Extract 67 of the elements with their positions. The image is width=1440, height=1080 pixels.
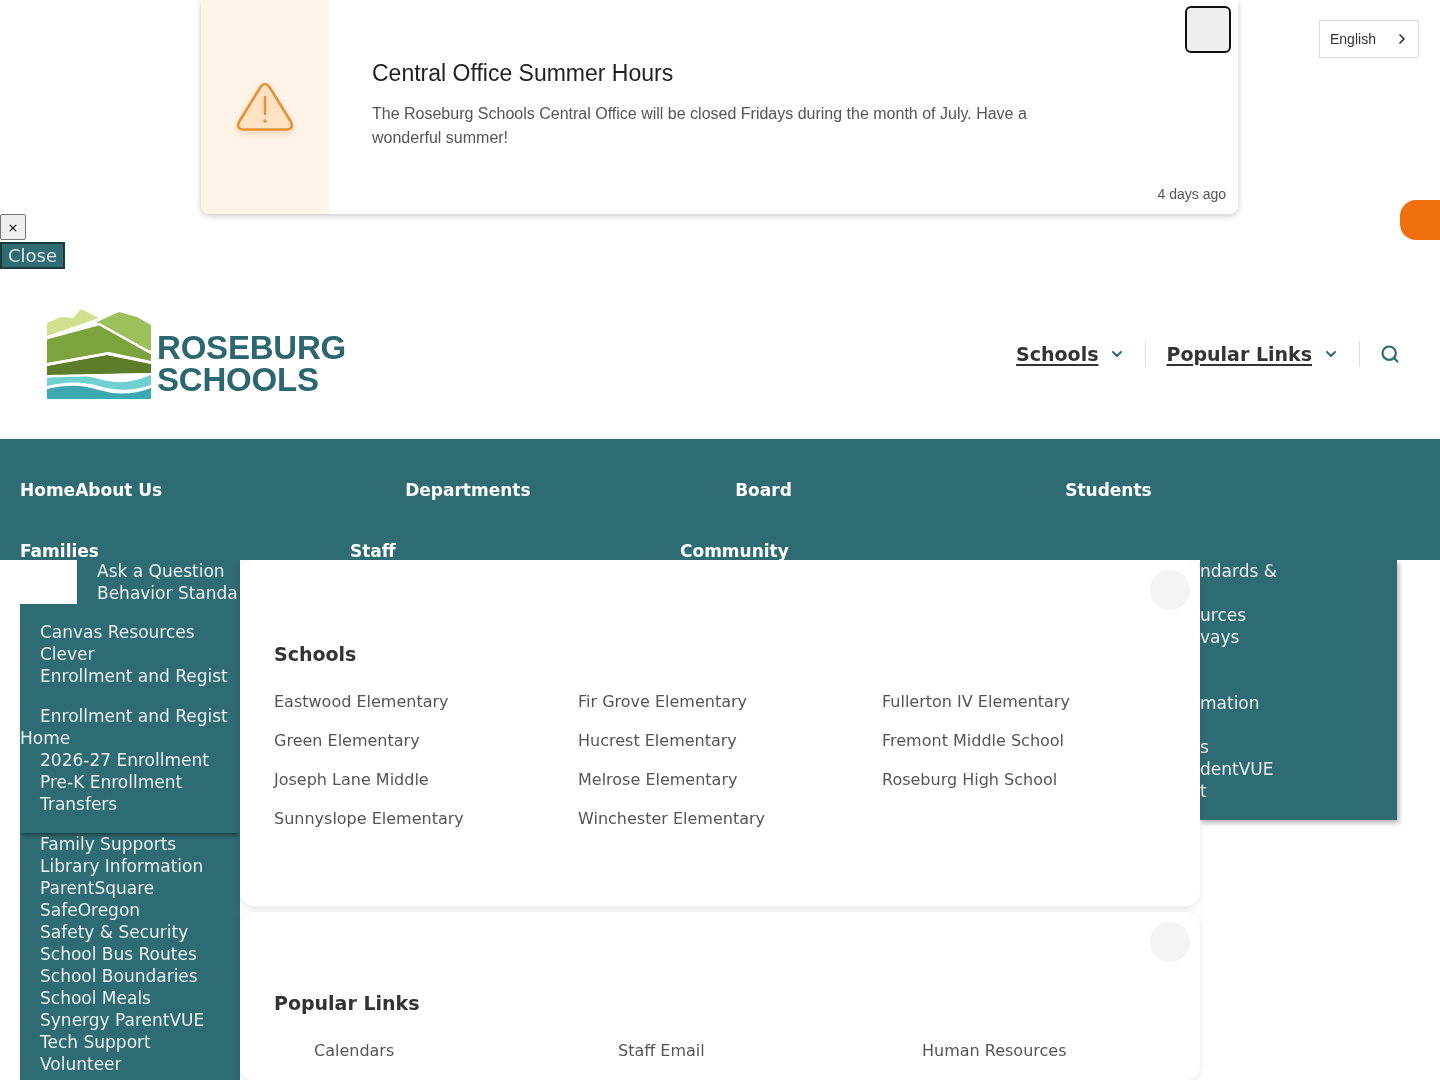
menu-link[interactable]: Transfers xyxy=(40,793,118,815)
menu-link[interactable]: School Bus Routes xyxy=(40,943,197,965)
school-link[interactable]: Green Elementary xyxy=(274,730,420,752)
menu-link[interactable]: Family Supports xyxy=(40,833,177,855)
nav-link[interactable]: Home xyxy=(20,480,76,500)
nav-link[interactable]: Staff xyxy=(350,541,396,561)
close-x-button[interactable]: × xyxy=(0,214,26,240)
menu-link[interactable]: dentVUE xyxy=(1200,758,1274,780)
menu-link[interactable]: Enrollment and Regist xyxy=(40,705,228,727)
nav-link[interactable]: Board xyxy=(735,480,792,500)
menu-link[interactable]: Clever xyxy=(40,643,95,665)
menu-link[interactable]: urces xyxy=(1200,604,1247,626)
menu-link[interactable]: Safety & Security xyxy=(40,921,189,943)
search-icon[interactable] xyxy=(1380,344,1400,364)
header-menu-link[interactable]: Schools xyxy=(1016,342,1099,366)
quick-link[interactable]: Staff Email xyxy=(618,1040,705,1062)
menu-link[interactable]: Ask a Question xyxy=(97,560,225,582)
alert-title: Central Office Summer Hours xyxy=(372,59,674,88)
school-link[interactable]: Winchester Elementary xyxy=(578,808,766,830)
school-link[interactable]: Fremont Middle School xyxy=(882,730,1065,752)
alert-time: 4 days ago xyxy=(1157,186,1226,202)
menu-link[interactable]: s xyxy=(1200,736,1209,758)
school-link[interactable]: Sunnyslope Elementary xyxy=(274,808,464,830)
menu-link[interactable]: SafeOregon xyxy=(40,899,141,921)
logo-wordmark: ROSEBURG xyxy=(157,332,347,364)
nav-link[interactable]: About Us xyxy=(75,480,163,500)
quick-link[interactable]: Calendars xyxy=(314,1040,395,1062)
menu-link[interactable]: mation xyxy=(1200,692,1260,714)
menu-link[interactable]: Behavior Standa xyxy=(97,582,238,604)
mountain-wave-icon xyxy=(47,309,151,399)
nav-link[interactable]: Departments xyxy=(405,480,531,500)
menu-link[interactable]: Enrollment and Regist xyxy=(40,665,228,687)
school-link[interactable]: Eastwood Elementary xyxy=(274,691,449,713)
warning-icon xyxy=(236,82,294,132)
alert-message: The Roseburg Schools Central Office will be closed Fridays during the month of July. Have a wonderful summer! xyxy=(372,104,1028,148)
menu-link[interactable]: t xyxy=(1200,780,1207,802)
menu-link[interactable]: Synergy ParentVUE xyxy=(40,1009,205,1031)
empty-button[interactable] xyxy=(1185,6,1231,53)
quick-link[interactable]: Human Resources xyxy=(922,1040,1067,1062)
nav-link[interactable]: Families xyxy=(20,541,99,561)
menu-link[interactable]: Library Information xyxy=(40,855,204,877)
menu-link[interactable]: School Boundaries xyxy=(40,965,198,987)
school-link[interactable]: Hucrest Elementary xyxy=(578,730,737,752)
close-button[interactable]: Close xyxy=(0,242,66,269)
menu-link[interactable]: ndards & xyxy=(1200,560,1277,582)
logo-wordmark: SCHOOLS xyxy=(157,364,319,396)
panel-heading: Popular Links xyxy=(274,991,420,1015)
menu-link[interactable]: 2026-27 Enrollment xyxy=(40,749,209,771)
school-link[interactable]: Fir Grove Elementary xyxy=(578,691,748,713)
menu-link[interactable]: Pre-K Enrollment xyxy=(40,771,183,793)
menu-link[interactable]: ParentSquare xyxy=(40,877,155,899)
menu-link[interactable]: Canvas Resources xyxy=(40,621,195,643)
school-link[interactable]: Joseph Lane Middle xyxy=(274,769,429,791)
header-menu-link[interactable]: Popular Links xyxy=(1166,342,1312,366)
menu-link[interactable]: School Meals xyxy=(40,987,151,1009)
side-tab[interactable] xyxy=(1400,200,1440,240)
menu-link[interactable]: Tech Support xyxy=(40,1031,151,1053)
school-link[interactable]: Melrose Elementary xyxy=(578,769,738,791)
nav-link[interactable]: Students xyxy=(1065,480,1152,500)
school-link[interactable]: Roseburg High School xyxy=(882,769,1058,791)
menu-link[interactable]: Volunteer xyxy=(40,1053,122,1075)
language-select[interactable]: English xyxy=(1319,20,1419,58)
menu-link[interactable]: Home xyxy=(20,727,71,749)
menu-link[interactable]: vays xyxy=(1200,626,1240,648)
school-link[interactable]: Fullerton IV Elementary xyxy=(882,691,1070,713)
panel-heading: Schools xyxy=(274,642,357,666)
nav-link[interactable]: Community xyxy=(680,541,789,561)
